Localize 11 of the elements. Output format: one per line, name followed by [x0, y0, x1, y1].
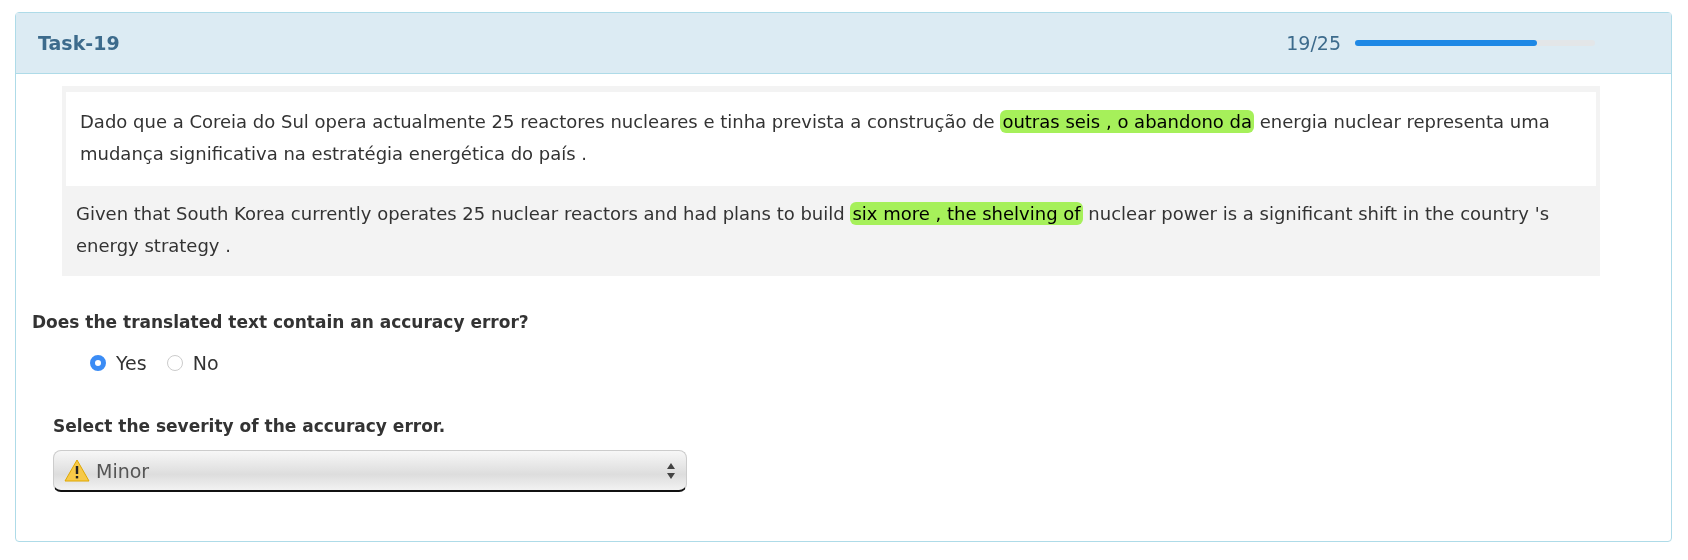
radio-option[interactable]: Yes	[90, 352, 147, 374]
question-text: Does the translated text contain an accuracy error?	[32, 312, 530, 332]
translated-text: Given that South Korea currently operates 25 nuclear reactors and had plans to build six more , the shelving of nuclear power is a significant shift in the country 's energy strategy .	[75, 201, 1551, 258]
progress-count: 19/25	[1286, 32, 1341, 54]
source-text: Dado que a Coreia do Sul opera actualmente 25 reactores nucleares e tinha prevista a construção de outras seis , o abandono da energia nuclear representa uma mudança significativa na estratégia energética do país .	[66, 92, 1596, 186]
radio-option[interactable]: No	[166, 352, 219, 374]
dropdown-arrows-icon	[666, 461, 676, 480]
severity-label: Select the severity of the accuracy error.	[53, 416, 447, 436]
severity-select[interactable]: Minor	[53, 450, 687, 492]
task-title: Task-19	[38, 32, 121, 54]
warning-icon	[64, 459, 90, 482]
